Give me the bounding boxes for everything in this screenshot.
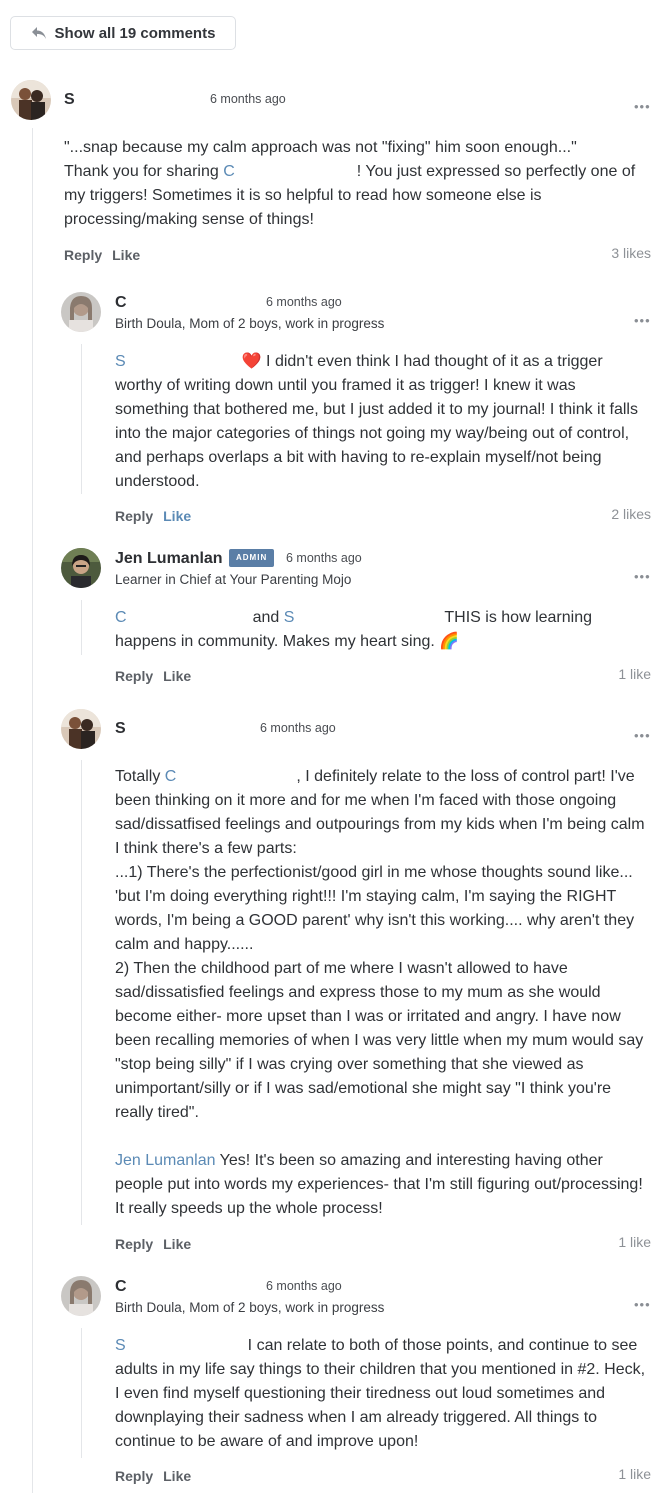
comment-text: "...snap because my calm approach was no…	[64, 139, 577, 156]
avatar[interactable]	[61, 709, 101, 749]
mention-link[interactable]: S	[284, 609, 295, 626]
reply-button[interactable]: Reply	[115, 508, 153, 524]
comment-body: S ❤️ I didn't even think I had thought of…	[115, 350, 650, 494]
like-count[interactable]: 2 likes	[611, 506, 651, 522]
mention-link[interactable]: S	[115, 353, 126, 370]
comment-text-2: Thank you for sharing C! You just expres…	[64, 160, 644, 232]
like-button[interactable]: Like	[112, 247, 140, 263]
reply-line	[81, 760, 82, 1225]
author-name[interactable]: C	[115, 294, 127, 312]
reply-button[interactable]: Reply	[115, 1468, 153, 1484]
reply-line	[81, 1328, 82, 1458]
avatar[interactable]	[61, 1276, 101, 1316]
author-name[interactable]: S	[64, 91, 75, 109]
show-all-label: Show all 19 comments	[54, 24, 216, 42]
author-name[interactable]: S	[115, 720, 126, 738]
comment-text-main: I didn't even think I had thought of it …	[115, 353, 638, 490]
avatar[interactable]	[11, 80, 51, 120]
comment-text: Totally C, I definitely relate to the lo…	[115, 765, 650, 861]
avatar[interactable]	[61, 548, 101, 588]
author-subtitle: Birth Doula, Mom of 2 boys, work in prog…	[115, 1300, 385, 1315]
author-subtitle: Birth Doula, Mom of 2 boys, work in prog…	[115, 316, 385, 331]
mention-link[interactable]: S	[115, 1337, 126, 1354]
author-name[interactable]: C	[115, 1278, 127, 1296]
comment-body: SI can relate to both of those points, a…	[115, 1334, 650, 1454]
comment-time[interactable]: 6 months ago	[210, 92, 286, 106]
reply-line	[81, 344, 82, 494]
comment-body: "...snap because my calm approach was no…	[64, 136, 644, 232]
reply-button[interactable]: Reply	[115, 668, 153, 684]
like-count[interactable]: 1 like	[618, 1466, 651, 1482]
comment-text: Cand S THIS is how learning happens in co…	[115, 606, 650, 654]
comment-text-main: THIS is how learning happens in communit…	[115, 609, 593, 650]
comment-text: S ❤️ I didn't even think I had thought of…	[115, 350, 650, 494]
comment-actions: Reply Like	[115, 1468, 201, 1484]
comment-time[interactable]: 6 months ago	[286, 551, 362, 565]
more-options-icon[interactable]: •••	[634, 100, 651, 113]
comment-body: Totally C, I definitely relate to the lo…	[115, 765, 650, 1221]
like-button[interactable]: Like	[163, 668, 191, 684]
comment-body: Cand S THIS is how learning happens in co…	[115, 606, 650, 654]
like-count[interactable]: 1 like	[618, 1234, 651, 1250]
more-options-icon[interactable]: •••	[634, 570, 651, 583]
comment-text: SI can relate to both of those points, a…	[115, 1334, 650, 1454]
reply-button[interactable]: Reply	[115, 1236, 153, 1252]
mention-link[interactable]: C	[115, 609, 127, 626]
reply-arrow-icon	[31, 27, 46, 39]
comment-time[interactable]: 6 months ago	[266, 295, 342, 309]
thread-line	[32, 128, 33, 1493]
rainbow-emoji: 🌈	[439, 633, 460, 650]
more-options-icon[interactable]: •••	[634, 314, 651, 327]
comment-text-pre: Totally	[115, 768, 165, 785]
admin-badge: ADMIN	[229, 549, 275, 567]
like-count[interactable]: 3 likes	[611, 245, 651, 261]
author-subtitle: Learner in Chief at Your Parenting Mojo	[115, 572, 352, 587]
comment-text-post: , I definitely relate to the loss of con…	[115, 768, 645, 857]
author-name[interactable]: Jen Lumanlan	[115, 550, 223, 568]
comment-time[interactable]: 6 months ago	[266, 1279, 342, 1293]
more-options-icon[interactable]: •••	[634, 729, 651, 742]
like-button[interactable]: Like	[163, 1468, 191, 1484]
avatar[interactable]	[61, 292, 101, 332]
like-button[interactable]: Like	[163, 508, 191, 524]
mention-link[interactable]: C	[223, 163, 235, 180]
like-count[interactable]: 1 like	[618, 666, 651, 682]
reply-button[interactable]: Reply	[64, 247, 102, 263]
heart-emoji: ❤️	[241, 353, 262, 370]
comment-actions: Reply Like	[115, 508, 201, 524]
reply-line	[81, 600, 82, 655]
comment-text-and: and	[252, 609, 280, 626]
comment-text-2: ...1) There's the perfectionist/good gir…	[115, 864, 635, 953]
more-options-icon[interactable]: •••	[634, 1298, 651, 1311]
comment-text-main: I can relate to both of those points, an…	[115, 1337, 646, 1450]
comment-actions: Reply Like	[115, 668, 201, 684]
comment-text-pre: Thank you for sharing	[64, 163, 224, 180]
comment-time[interactable]: 6 months ago	[260, 721, 336, 735]
mention-link[interactable]: C	[165, 768, 177, 785]
mention-link[interactable]: Jen Lumanlan	[115, 1152, 216, 1169]
comment-text-4: Jen Lumanlan Yes! It's been so amazing a…	[115, 1149, 650, 1221]
comment-actions: Reply Like	[115, 1236, 201, 1252]
comment-actions: Reply Like	[64, 247, 150, 263]
comment-text-3: 2) Then the childhood part of me where I…	[115, 960, 644, 1121]
like-button[interactable]: Like	[163, 1236, 191, 1252]
show-all-comments-button[interactable]: Show all 19 comments	[10, 16, 236, 50]
